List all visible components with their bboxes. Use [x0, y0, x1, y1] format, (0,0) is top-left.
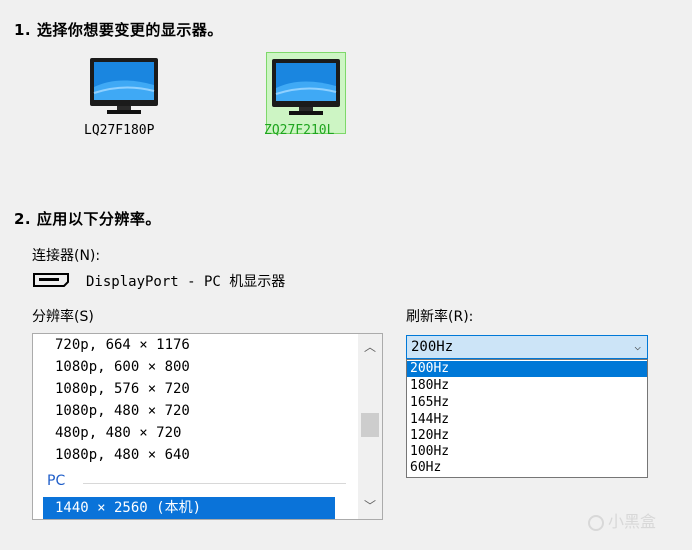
monitor-tile-2[interactable]: [266, 52, 346, 134]
refresh-rate-value: 200Hz: [411, 339, 454, 355]
scroll-up-icon[interactable]: ︿: [358, 336, 382, 358]
resolution-group-label: PC: [47, 473, 66, 489]
monitor-icon: [90, 58, 158, 114]
resolution-item[interactable]: 1080p, 480 × 720: [55, 400, 190, 422]
watermark: 小黑盒: [588, 508, 656, 532]
refresh-rate-select[interactable]: 200Hz ⌵: [406, 335, 648, 359]
refresh-option[interactable]: 180Hz: [407, 378, 647, 394]
refresh-option[interactable]: 165Hz: [407, 395, 647, 411]
resolution-item-selected[interactable]: 1440 × 2560 (本机): [43, 497, 335, 519]
watermark-text: 小黑盒: [608, 512, 657, 531]
displayport-icon: [33, 273, 69, 287]
monitor-icon: [272, 59, 340, 115]
monitor-label-2: ZQ27F210L: [264, 123, 335, 138]
connector-label: 连接器(N):: [32, 248, 101, 264]
refresh-option[interactable]: 120Hz: [407, 428, 647, 444]
refresh-label: 刷新率(R):: [406, 309, 474, 325]
connector-value: DisplayPort - PC 机显示器: [86, 274, 286, 290]
resolution-item[interactable]: 1080p, 576 × 720: [55, 378, 190, 400]
refresh-option[interactable]: 200Hz: [407, 361, 647, 377]
scroll-thumb[interactable]: [361, 413, 379, 437]
refresh-option[interactable]: 100Hz: [407, 444, 647, 460]
resolution-item[interactable]: 1080p, 600 × 800: [55, 356, 190, 378]
monitor-tile-1[interactable]: [84, 52, 164, 134]
refresh-option[interactable]: 60Hz: [407, 460, 647, 476]
resolution-scrollbar[interactable]: ︿ ﹀: [358, 334, 382, 519]
step2-title: 2. 应用以下分辨率。: [14, 210, 161, 228]
monitor-label-1: LQ27F180P: [84, 123, 155, 138]
step1-title: 1. 选择你想要变更的显示器。: [14, 21, 223, 39]
resolution-item[interactable]: 1080p, 480 × 640: [55, 444, 190, 466]
watermark-logo-icon: [588, 514, 604, 531]
resolution-item[interactable]: 720p, 664 × 1176: [55, 334, 190, 356]
chevron-down-icon: ⌵: [634, 340, 641, 353]
refresh-rate-options[interactable]: 200Hz 180Hz 165Hz 144Hz 120Hz 100Hz 60Hz: [406, 359, 648, 478]
resolution-label: 分辨率(S): [32, 309, 94, 325]
refresh-option[interactable]: 144Hz: [407, 412, 647, 428]
resolution-list[interactable]: 720p, 664 × 1176 1080p, 600 × 800 1080p,…: [32, 333, 383, 520]
group-divider: [83, 483, 346, 484]
scroll-down-icon[interactable]: ﹀: [358, 495, 382, 517]
resolution-item[interactable]: 480p, 480 × 720: [55, 422, 181, 444]
